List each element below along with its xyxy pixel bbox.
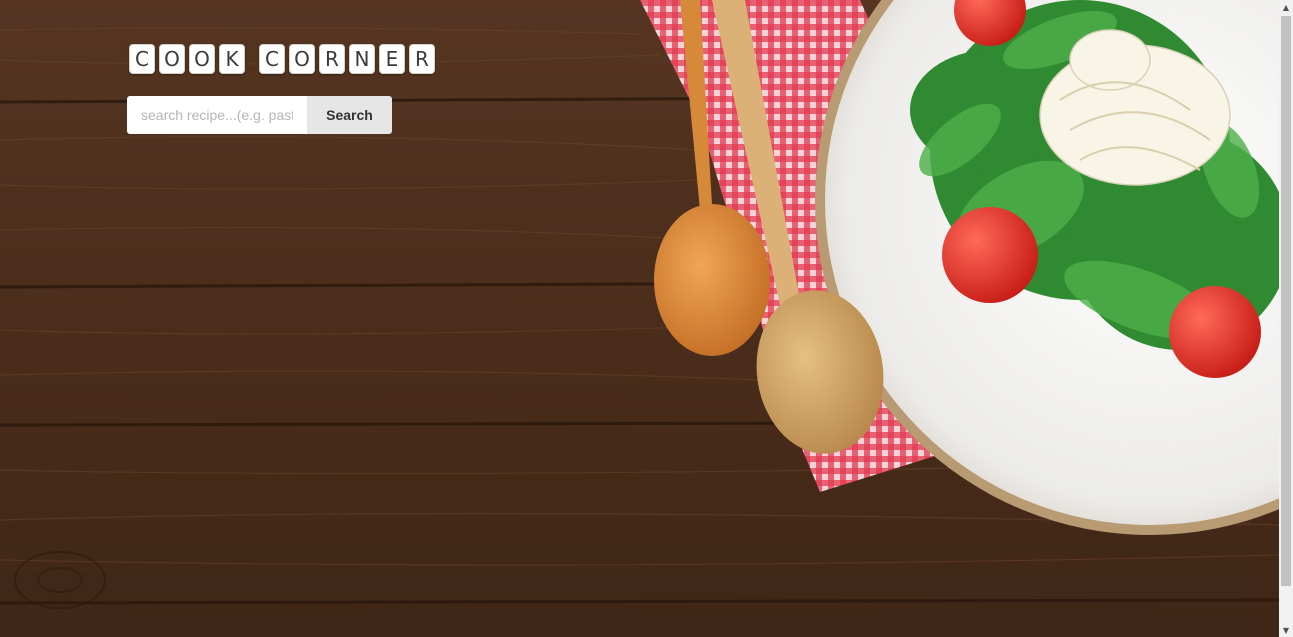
logo-letter-tile: C xyxy=(259,44,285,74)
site-logo[interactable]: COOKCORNER xyxy=(129,44,439,74)
search-input[interactable] xyxy=(127,96,307,134)
logo-letter-tile: K xyxy=(219,44,245,74)
logo-letter-tile: O xyxy=(289,44,315,74)
hero-background: COOKCORNER Search xyxy=(0,0,1279,637)
vertical-scrollbar[interactable]: ▲ ▼ xyxy=(1279,0,1293,637)
tomato xyxy=(1169,286,1261,378)
search-button[interactable]: Search xyxy=(307,96,392,134)
scrollbar-thumb[interactable] xyxy=(1281,16,1291,586)
logo-letter-tile: E xyxy=(379,44,405,74)
logo-letter-tile: C xyxy=(129,44,155,74)
scroll-down-icon[interactable]: ▼ xyxy=(1279,623,1293,637)
browser-viewport: COOKCORNER Search ▲ ▼ xyxy=(0,0,1293,637)
logo-space xyxy=(249,44,259,74)
logo-letter-tile: R xyxy=(319,44,345,74)
logo-letter-tile: R xyxy=(409,44,435,74)
scroll-up-icon[interactable]: ▲ xyxy=(1279,0,1293,14)
logo-letter-tile: O xyxy=(159,44,185,74)
tomato xyxy=(942,207,1038,303)
logo-letter-tile: N xyxy=(349,44,375,74)
search-form: Search xyxy=(127,96,392,134)
logo-letter-tile: O xyxy=(189,44,215,74)
